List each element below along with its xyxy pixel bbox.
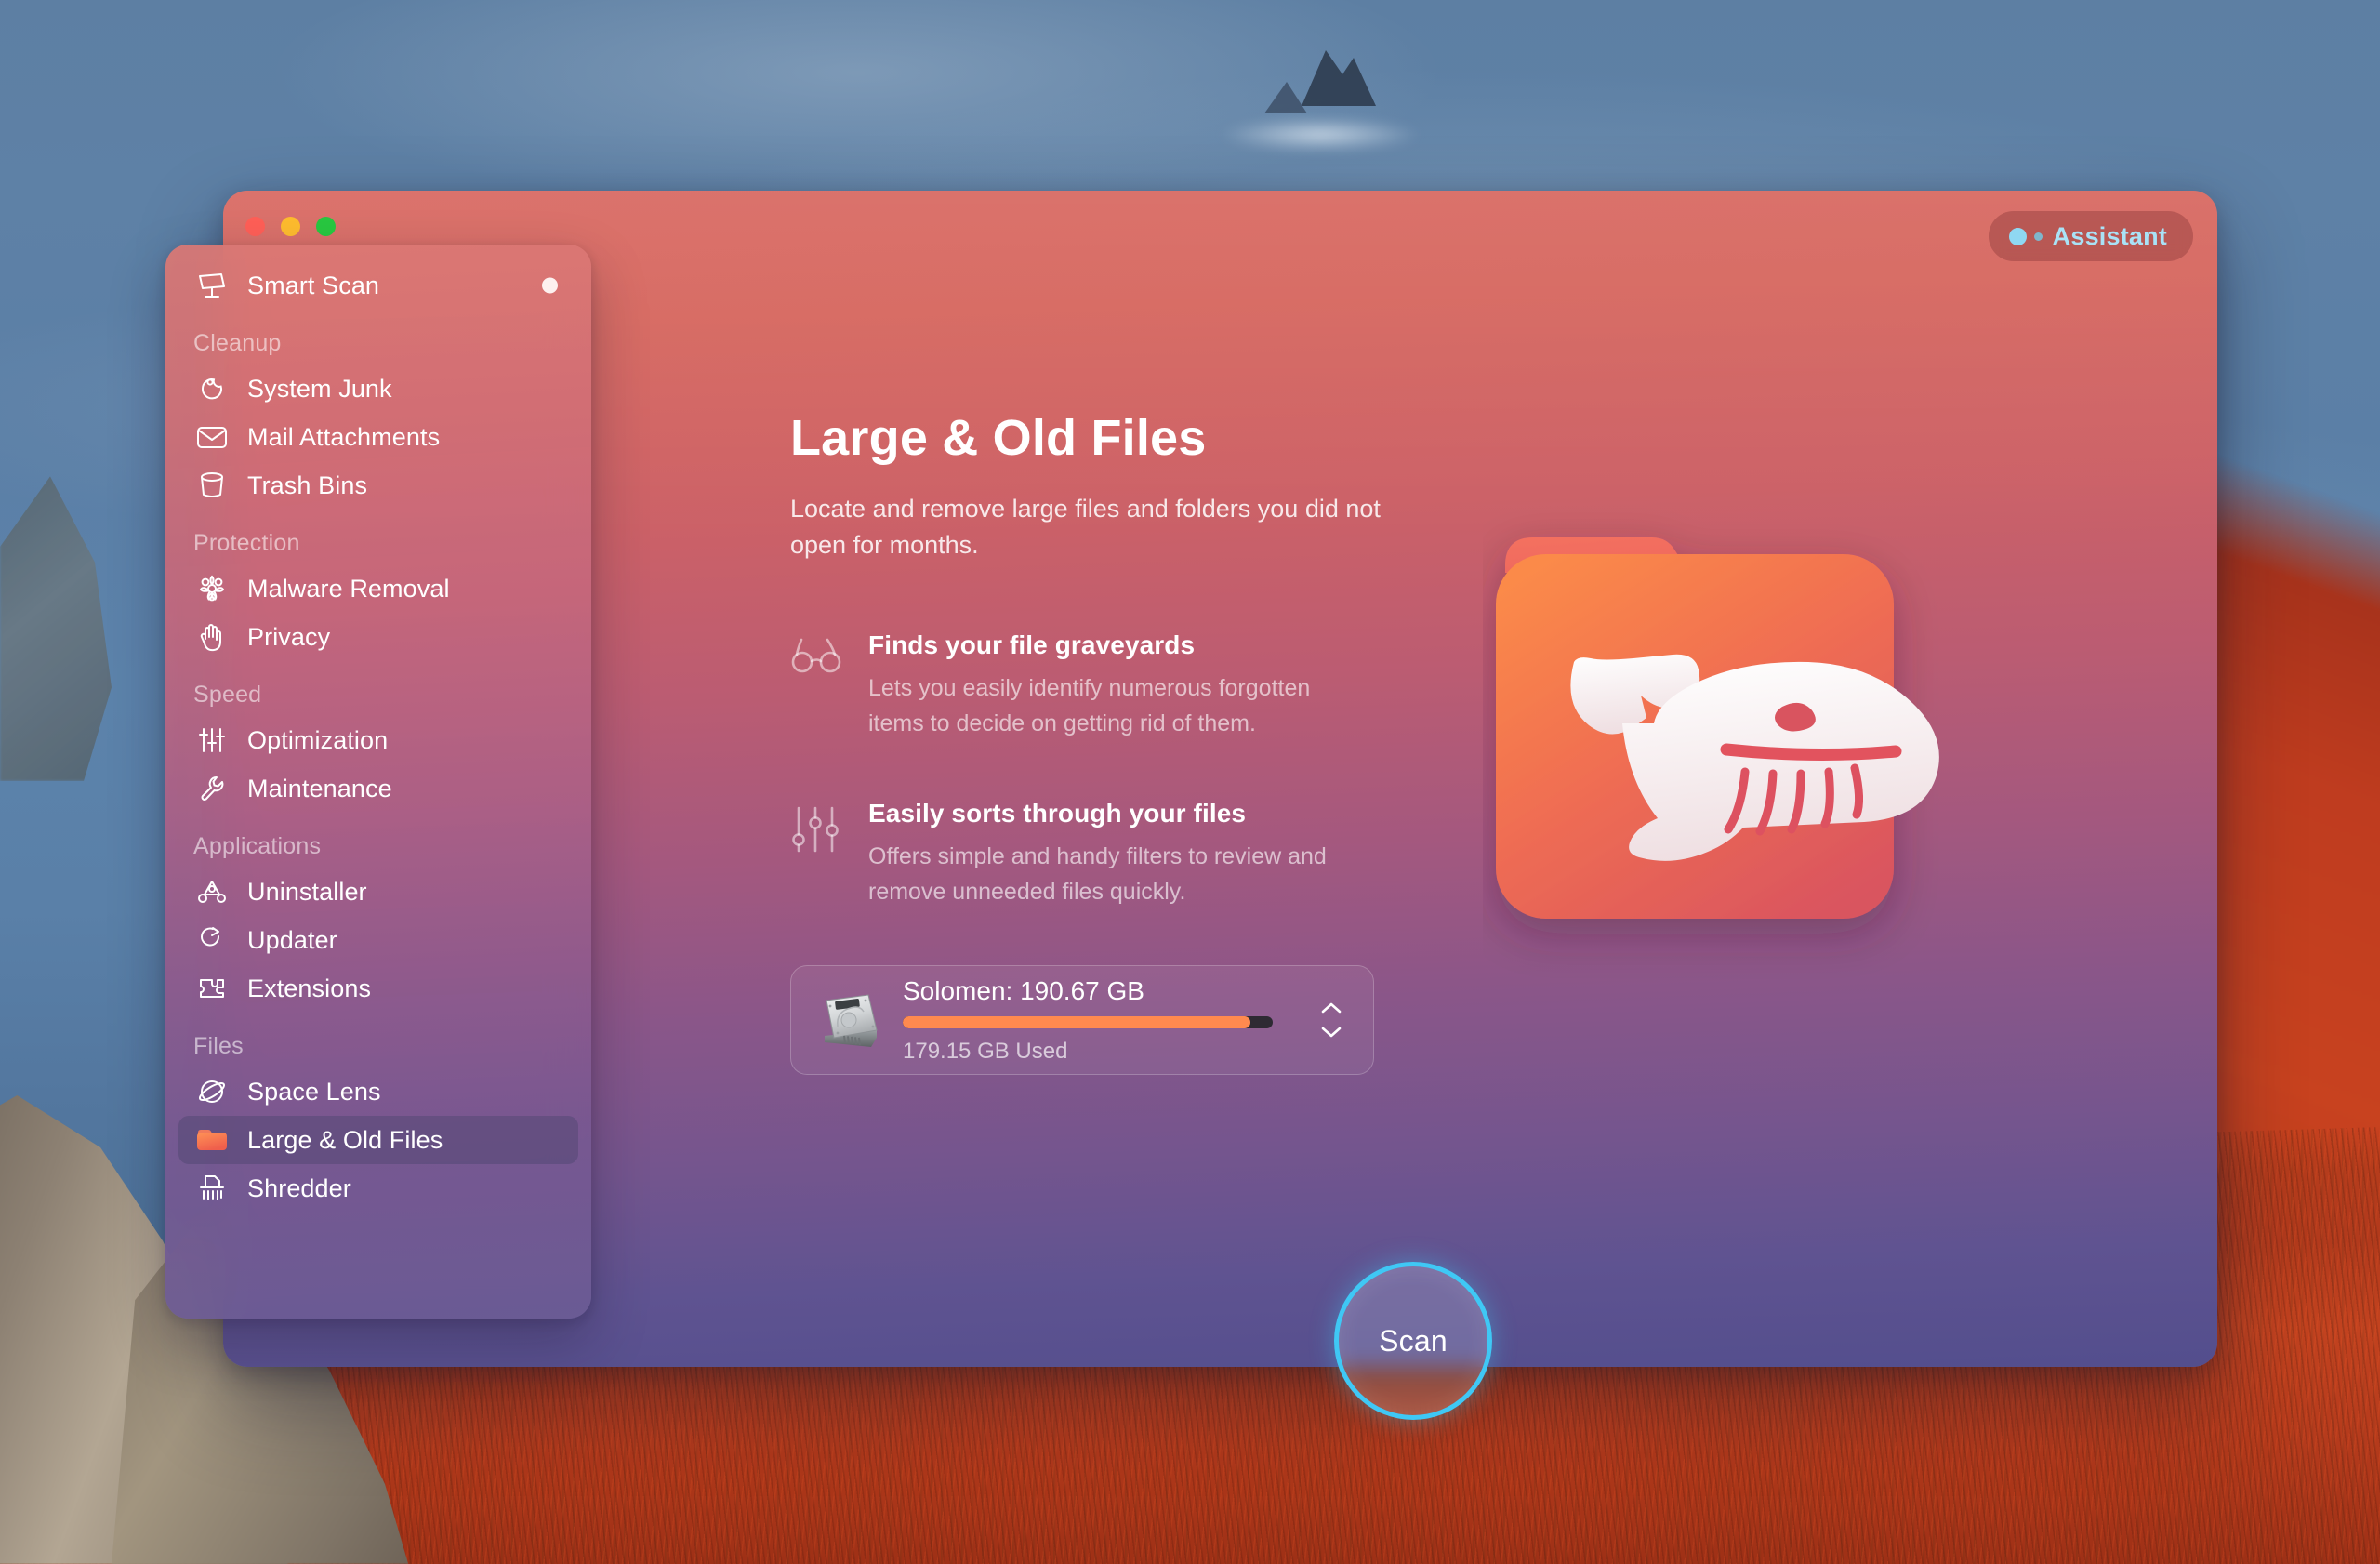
- sidebar-item-optimization[interactable]: Optimization: [178, 716, 578, 764]
- sidebar-item-malware-removal[interactable]: Malware Removal: [178, 564, 578, 613]
- wrench-icon: [193, 773, 231, 804]
- sidebar-group-files: Files: [193, 1033, 244, 1059]
- app-grid-icon: [193, 876, 231, 908]
- hand-icon: [193, 621, 231, 653]
- sidebar-group-applications: Applications: [193, 833, 322, 859]
- sidebar-item-label: Malware Removal: [247, 574, 450, 603]
- assistant-label: Assistant: [2052, 221, 2167, 250]
- smart-scan-icon: [193, 270, 231, 301]
- disk-usage-bar: [903, 1015, 1273, 1028]
- page-subtitle: Locate and remove large files and folder…: [790, 495, 1381, 560]
- sidebar-item-label: Privacy: [247, 622, 331, 651]
- sliders-icon: [193, 724, 231, 756]
- feature-description: Offers simple and handy filters to revie…: [868, 843, 1327, 905]
- sidebar-item-label: Updater: [247, 925, 337, 954]
- sidebar: Smart Scan Cleanup System Junk Mail Atta…: [165, 245, 591, 1319]
- sidebar-item-label: Smart Scan: [247, 271, 380, 299]
- sidebar-group-protection: Protection: [193, 530, 300, 556]
- maximize-button[interactable]: [316, 217, 336, 236]
- assistant-button[interactable]: Assistant: [1988, 211, 2193, 261]
- filter-sliders-icon: [790, 799, 844, 909]
- sidebar-item-label: System Junk: [247, 374, 392, 403]
- sidebar-item-extensions[interactable]: Extensions: [178, 964, 578, 1013]
- sidebar-item-label: Maintenance: [247, 774, 392, 802]
- glasses-icon: [790, 630, 844, 741]
- disk-stepper[interactable]: [1310, 1001, 1353, 1039]
- desktop-wallpaper: Assistant Smart Scan Cleanup System Junk…: [0, 0, 2380, 1564]
- close-button[interactable]: [245, 217, 265, 236]
- sidebar-item-space-lens[interactable]: Space Lens: [178, 1067, 578, 1116]
- disk-info: Solomen: 190.67 GB 179.15 GB Used: [903, 976, 1310, 1065]
- sidebar-item-label: Extensions: [247, 974, 372, 1002]
- sidebar-item-system-junk[interactable]: System Junk: [178, 364, 578, 413]
- sidebar-item-label: Trash Bins: [247, 471, 368, 499]
- sidebar-item-label: Optimization: [247, 725, 389, 754]
- scan-button[interactable]: Scan: [1334, 1262, 1492, 1420]
- feature-item: Finds your file graveyards Lets you easi…: [790, 630, 1404, 741]
- hard-drive-icon: [815, 989, 884, 1051]
- assistant-dot-small: [2033, 232, 2043, 241]
- assistant-dot-large: [2008, 227, 2027, 245]
- disk-used-label: 179.15 GB Used: [903, 1038, 1068, 1064]
- space-lens-icon: [193, 1076, 231, 1107]
- sidebar-item-label: Shredder: [247, 1173, 351, 1202]
- smart-scan-badge: [542, 277, 558, 294]
- trash-bin-icon: [193, 470, 231, 501]
- sidebar-item-smart-scan[interactable]: Smart Scan: [178, 261, 578, 310]
- mail-icon: [193, 421, 231, 453]
- feature-title: Easily sorts through your files: [868, 799, 1247, 828]
- biohazard-icon: [193, 573, 231, 604]
- sidebar-item-updater[interactable]: Updater: [178, 916, 578, 964]
- chevron-down-icon[interactable]: [1320, 1026, 1342, 1039]
- sidebar-item-trash-bins[interactable]: Trash Bins: [178, 461, 578, 510]
- traffic-lights: [245, 217, 336, 236]
- disk-name: Solomen: 190.67 GB: [903, 975, 1144, 1005]
- update-arrow-icon: [193, 924, 231, 956]
- sidebar-group-speed: Speed: [193, 682, 262, 708]
- minimize-button[interactable]: [281, 217, 300, 236]
- sidebar-item-shredder[interactable]: Shredder: [178, 1164, 578, 1213]
- puzzle-piece-icon: [193, 973, 231, 1004]
- page-title: Large & Old Files: [790, 410, 1207, 466]
- disk-selector-card[interactable]: Solomen: 190.67 GB 179.15 GB Used: [790, 965, 1374, 1075]
- disk-usage-fill: [903, 1015, 1251, 1028]
- scan-button-label: Scan: [1379, 1323, 1448, 1358]
- sidebar-item-uninstaller[interactable]: Uninstaller: [178, 868, 578, 916]
- feature-title: Finds your file graveyards: [868, 630, 1196, 660]
- sea-foam: [1181, 102, 1460, 167]
- sidebar-item-privacy[interactable]: Privacy: [178, 613, 578, 661]
- feature-item: Easily sorts through your files Offers s…: [790, 799, 1404, 909]
- feature-list: Finds your file graveyards Lets you easi…: [790, 630, 1404, 909]
- sidebar-item-label: Mail Attachments: [247, 422, 441, 451]
- sidebar-item-large-and-old-files[interactable]: Large & Old Files: [178, 1116, 578, 1164]
- feature-description: Lets you easily identify numerous forgot…: [868, 675, 1311, 736]
- shredder-icon: [193, 1173, 231, 1204]
- hero-illustration: [1483, 493, 2041, 995]
- sidebar-item-label: Large & Old Files: [247, 1125, 443, 1154]
- chevron-up-icon[interactable]: [1320, 1001, 1342, 1014]
- orange-folder-icon: [193, 1124, 231, 1156]
- sidebar-item-label: Uninstaller: [247, 877, 367, 906]
- sidebar-item-maintenance[interactable]: Maintenance: [178, 764, 578, 813]
- system-junk-icon: [193, 373, 231, 404]
- sidebar-group-cleanup: Cleanup: [193, 330, 282, 356]
- sidebar-item-mail-attachments[interactable]: Mail Attachments: [178, 413, 578, 461]
- sidebar-item-label: Space Lens: [247, 1077, 381, 1106]
